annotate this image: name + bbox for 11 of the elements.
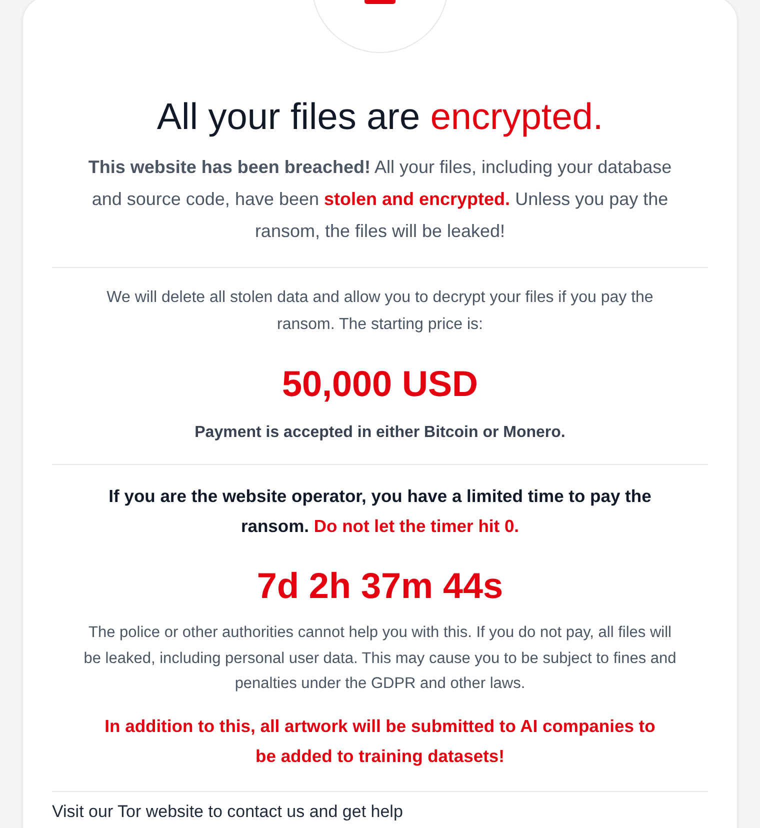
ransom-price: 50,000 USD [280, 362, 480, 406]
payment-note: Payment is accepted in either Bitcoin or Monero. [194, 423, 566, 443]
ransom-description: We will delete all stolen data and allow you to decrypt your files if you pay the ransom. The starting price is: [106, 288, 654, 335]
contact-text: Visit our Tor website to contact us and get help [52, 802, 404, 822]
deadline-warning: If you are the website operator, you have a limited time to pay the ransom. Do not let the timer hit 0. [108, 485, 652, 538]
page-heading: All your files are encrypted. [156, 97, 604, 137]
disclaimer-paragraph: The police or other authorities cannot help you with this. If you do not pay, all files will be leaked, including personal user data. This may cause you to be subject to fines and penalties under the GDPR and other laws. [82, 623, 678, 694]
emblem-icon [364, 0, 396, 4]
intro-paragraph: This website has been breached! All your files, including your database and source code, have been stolen and encrypted. Unless you pay the ransom, the files will be leaked! [87, 156, 673, 243]
countdown-timer: 7d 2h 37m 44s [256, 564, 504, 608]
threat-paragraph: In addition to this, all artwork will be submitted to AI companies to be added to training datasets! [104, 714, 656, 768]
